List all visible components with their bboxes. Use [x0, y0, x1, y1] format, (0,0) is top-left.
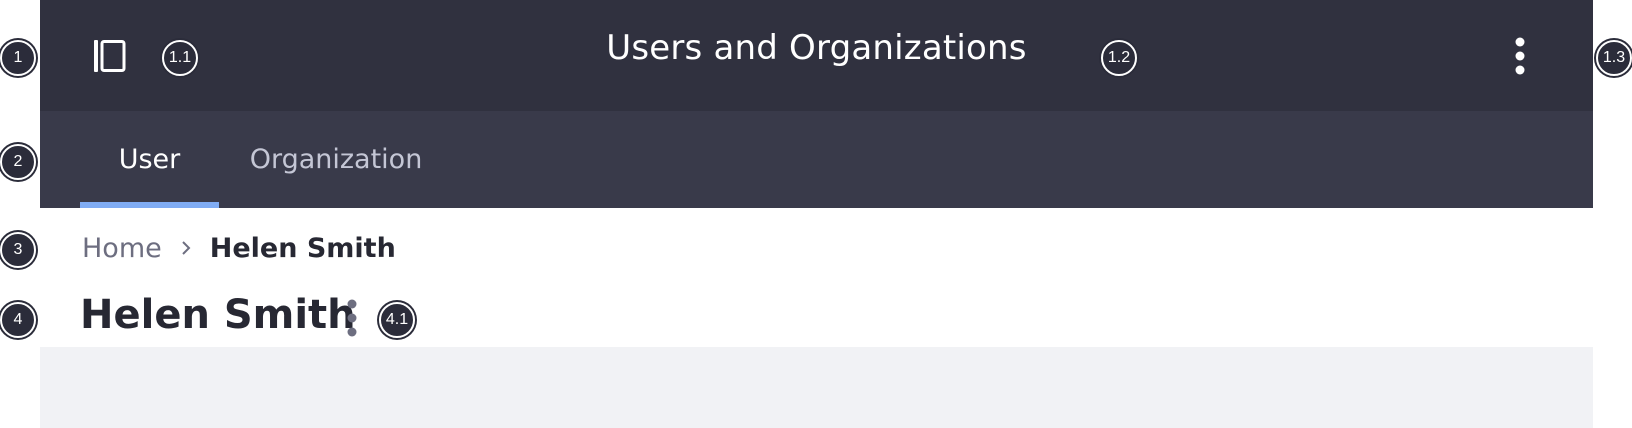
header-title: Users and Organizations — [606, 28, 1027, 68]
tab-user[interactable]: User — [80, 111, 219, 208]
breadcrumb-current: Helen Smith — [209, 232, 396, 264]
content-area — [40, 347, 1593, 428]
kebab-vertical-icon — [1515, 37, 1525, 75]
app-header: Users and Organizations — [40, 0, 1593, 111]
breadcrumb-home-link[interactable]: Home — [82, 233, 162, 264]
annotation-marker: 4.1 — [379, 302, 415, 338]
annotation-marker: 2 — [0, 144, 36, 180]
annotation-marker: 1.1 — [162, 40, 198, 76]
annotation-marker: 1.3 — [1596, 40, 1632, 76]
page-options-button[interactable] — [340, 298, 364, 338]
tab-bar: User Organization — [40, 111, 1593, 208]
annotation-marker: 1.2 — [1101, 40, 1137, 76]
chevron-right-icon — [180, 239, 192, 257]
page-title: Helen Smith — [80, 292, 356, 338]
tab-organization[interactable]: Organization — [245, 111, 427, 208]
annotation-marker: 4 — [0, 302, 36, 338]
annotation-marker: 3 — [0, 232, 36, 268]
breadcrumb: Home Helen Smith — [82, 228, 396, 268]
kebab-vertical-icon — [347, 299, 357, 337]
header-options-button[interactable] — [1508, 36, 1532, 76]
annotation-marker: 1 — [0, 40, 36, 76]
